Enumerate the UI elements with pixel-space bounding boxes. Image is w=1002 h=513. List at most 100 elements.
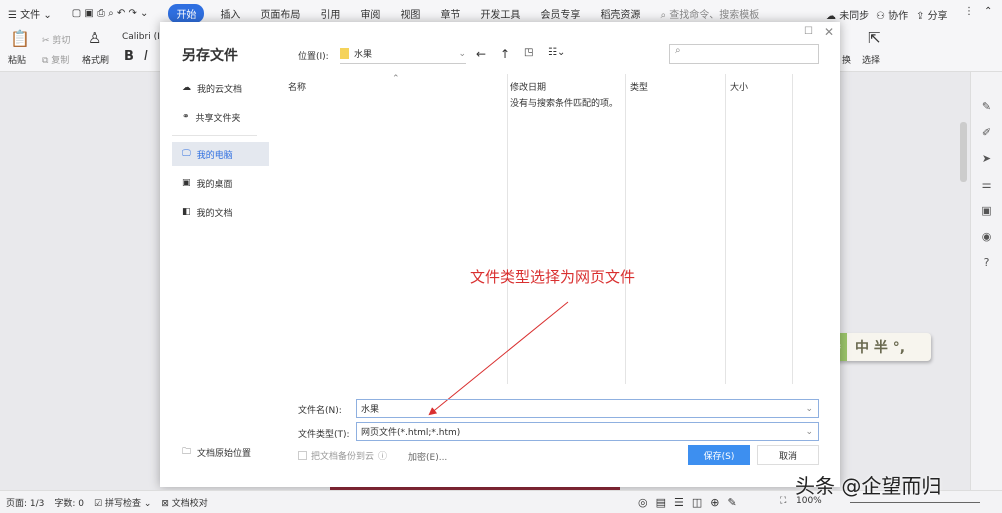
- spell-check-label: 拼写检查: [104, 498, 141, 509]
- chevron-down-icon[interactable]: ⌄: [805, 427, 813, 437]
- location-value: 水果: [354, 50, 373, 60]
- tab-start[interactable]: 开始: [168, 4, 205, 23]
- close-icon[interactable]: ✕: [824, 25, 834, 39]
- backup-checkbox-row[interactable]: 把文档备份到云 ⓘ: [298, 449, 387, 462]
- column-divider: [792, 74, 793, 384]
- empty-message: 没有与搜索条件匹配的项。: [510, 99, 619, 109]
- edit-icon[interactable]: ✐: [982, 126, 991, 139]
- view-mode-icon[interactable]: ☷⌄: [548, 47, 565, 58]
- tab-review[interactable]: 审阅: [360, 6, 380, 21]
- file-menu[interactable]: ☰ 文件 ⌄: [8, 6, 52, 21]
- right-sidebar: ✎ ✐ ➤ ⚌ ▣ ◉ ?: [970, 72, 1002, 490]
- watermark: 头条 @企望而归: [795, 474, 942, 498]
- copy-button[interactable]: ⧉ 复制: [42, 53, 69, 66]
- sidebar-item-label: 我的云文档: [197, 84, 243, 95]
- tab-view[interactable]: 视图: [400, 6, 420, 21]
- quick-access-icons[interactable]: ▢ ▣ ⎙ ⌕ ↶ ↷ ⌄: [72, 8, 149, 19]
- document-icon: ◧: [182, 207, 191, 217]
- pointer-icon[interactable]: ➤: [982, 152, 991, 165]
- cut-label: 剪切: [52, 36, 71, 46]
- sidebar-item-cloud[interactable]: ☁ 我的云文档: [160, 76, 270, 100]
- paste-button[interactable]: 粘贴: [8, 53, 26, 66]
- paste-icon[interactable]: 📋: [10, 29, 30, 48]
- location-select[interactable]: 水果 ⌄: [340, 44, 466, 64]
- word-count[interactable]: 字数: 0: [54, 496, 84, 509]
- save-button[interactable]: 保存(S): [688, 445, 750, 465]
- filetype-value: 网页文件(*.html;*.htm): [361, 428, 461, 438]
- up-icon[interactable]: ↑: [500, 47, 510, 61]
- new-folder-icon[interactable]: ◳: [524, 47, 533, 58]
- dialog-title: 另存文件: [182, 48, 238, 64]
- column-type[interactable]: 类型: [630, 80, 648, 93]
- dialog-search-input[interactable]: ⌕: [669, 44, 819, 64]
- cloud-icon: ☁: [182, 83, 191, 93]
- file-menu-label: 文件: [20, 10, 41, 21]
- font-select[interactable]: Calibri (I: [122, 32, 160, 42]
- column-size[interactable]: 大小: [730, 80, 748, 93]
- tab-chapter[interactable]: 章节: [440, 6, 460, 21]
- collapse-icon[interactable]: ⌃: [984, 6, 992, 17]
- settings-sliders-icon[interactable]: ⚌: [982, 178, 992, 191]
- spell-check-button[interactable]: ☑ 拼写检查 ⌄: [94, 496, 151, 509]
- sync-button[interactable]: ☁ 未同步: [826, 7, 869, 22]
- select-button[interactable]: 选择: [862, 53, 880, 66]
- filename-label: 文件名(N):: [298, 406, 342, 416]
- sidebar-item-computer[interactable]: 🖵 我的电脑: [172, 142, 269, 166]
- ime-toolbar[interactable]: ⚙ 中 半 °,: [825, 333, 931, 361]
- filetype-select[interactable]: 网页文件(*.html;*.htm) ⌄: [356, 422, 819, 441]
- bold-button[interactable]: B: [124, 49, 134, 64]
- italic-button[interactable]: I: [144, 49, 148, 64]
- format-painter-button[interactable]: 格式刷: [82, 53, 109, 66]
- column-modified[interactable]: 修改日期: [510, 80, 546, 93]
- help-icon[interactable]: ?: [984, 256, 990, 269]
- original-location-button[interactable]: 🗀 文档原始位置: [160, 440, 270, 464]
- cut-button[interactable]: ✂ 剪切: [42, 33, 70, 46]
- sidebar-item-documents[interactable]: ◧ 我的文档: [160, 200, 270, 224]
- fit-icon[interactable]: ⛶: [780, 496, 786, 506]
- tab-resources[interactable]: 稻壳资源: [600, 6, 640, 21]
- location-icon[interactable]: ◉: [982, 230, 992, 243]
- collab-label: 协作: [888, 11, 909, 22]
- share-button[interactable]: ⇪ 分享: [916, 7, 948, 22]
- back-icon[interactable]: ←: [476, 47, 486, 61]
- sidebar-item-label: 我的电脑: [196, 150, 233, 161]
- tab-reference[interactable]: 引用: [320, 6, 340, 21]
- folder-outline-icon: 🗀: [182, 447, 192, 457]
- filetype-label: 文件类型(T):: [298, 430, 350, 440]
- cursor-select-icon: ⇱: [868, 29, 881, 47]
- annotation-text: 文件类型选择为网页文件: [470, 268, 636, 286]
- tab-insert[interactable]: 插入: [220, 6, 240, 21]
- save-as-dialog: 另存文件 ☐ ✕ 位置(I): 水果 ⌄ ← ↑ ◳ ☷⌄ ⌕ ☁ 我的云文档 ⚭…: [160, 22, 840, 487]
- sidebar-item-label: 我的桌面: [196, 179, 233, 190]
- tab-layout[interactable]: 页面布局: [260, 6, 300, 21]
- sidebar-item-desktop[interactable]: ▣ 我的桌面: [160, 171, 270, 195]
- scrollbar[interactable]: [960, 122, 967, 182]
- replace-button[interactable]: 换: [842, 53, 851, 66]
- page-indicator[interactable]: 页面: 1/3: [6, 496, 44, 509]
- view-mode-icons[interactable]: ◎▤☰◫⊕✎: [638, 496, 745, 509]
- command-search[interactable]: ⌕ 查找命令、搜索模板: [660, 6, 759, 21]
- zoom-slider[interactable]: [850, 502, 980, 503]
- chevron-down-icon[interactable]: ⌄: [805, 404, 813, 414]
- tab-developer[interactable]: 开发工具: [480, 6, 520, 21]
- tab-member[interactable]: 会员专享: [540, 6, 580, 21]
- cancel-button[interactable]: 取消: [757, 445, 819, 465]
- proofread-button[interactable]: ⊠ 文档校对: [161, 496, 207, 509]
- ime-status: 中 半 °,: [855, 340, 906, 356]
- image-icon[interactable]: ▣: [981, 204, 991, 217]
- collab-button[interactable]: ⚇ 协作: [876, 7, 908, 22]
- filename-input[interactable]: 水果 ⌄: [356, 399, 819, 418]
- copy-label: 复制: [51, 56, 70, 66]
- backup-checkbox[interactable]: [298, 451, 307, 460]
- sidebar-item-shared[interactable]: ⚭ 共享文件夹: [160, 105, 270, 129]
- info-icon[interactable]: ⓘ: [378, 449, 387, 462]
- encrypt-button[interactable]: 加密(E)...: [408, 450, 447, 463]
- share-label: 分享: [927, 11, 948, 22]
- column-name[interactable]: 名称: [288, 80, 306, 93]
- location-label: 位置(I):: [298, 52, 329, 62]
- style-icon[interactable]: ✎: [982, 100, 991, 113]
- more-icon[interactable]: ⋮: [964, 6, 974, 17]
- maximize-icon[interactable]: ☐: [804, 26, 813, 37]
- search-icon: ⌕: [675, 45, 681, 56]
- sort-arrow-icon: ⌃: [392, 74, 400, 84]
